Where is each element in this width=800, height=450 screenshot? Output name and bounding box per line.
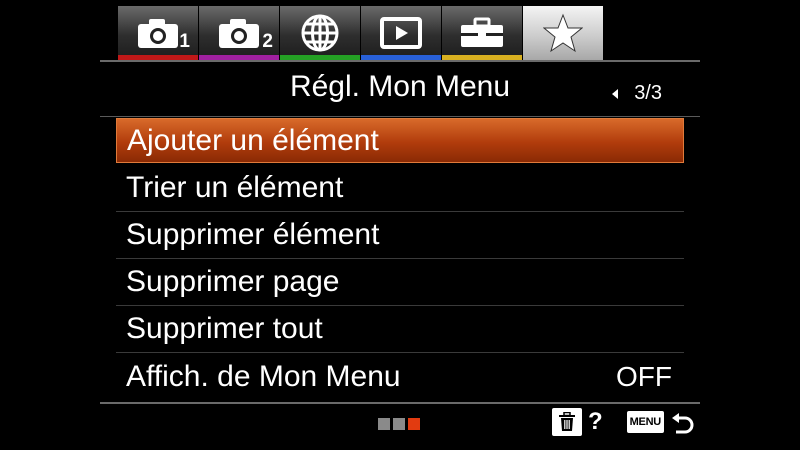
menu-item-delete-page[interactable]: Supprimer page — [116, 259, 684, 306]
tab-number: 1 — [179, 31, 190, 52]
trash-icon — [559, 412, 575, 431]
toolbox-icon — [461, 17, 503, 47]
help-button[interactable]: ? — [588, 408, 603, 436]
menu-list: Ajouter un élément Trier un élément Supp… — [116, 118, 684, 400]
menu-tabs: 1 2 — [118, 6, 604, 60]
tab-shooting-1[interactable]: 1 — [118, 6, 198, 60]
page-indicator[interactable]: 3/3 — [612, 82, 662, 105]
delete-button[interactable] — [552, 408, 582, 436]
tab-shooting-2[interactable]: 2 — [199, 6, 279, 60]
menu-item-display-my-menu[interactable]: Affich. de Mon Menu OFF — [116, 353, 684, 400]
tab-playback[interactable] — [361, 6, 441, 60]
tab-network[interactable] — [280, 6, 360, 60]
page-dot — [378, 418, 390, 430]
tab-setup[interactable] — [442, 6, 522, 60]
tab-my-menu[interactable] — [523, 6, 603, 60]
page-dots — [378, 418, 420, 430]
menu-item-label: Supprimer page — [126, 265, 340, 298]
return-arrow-icon[interactable] — [670, 409, 696, 435]
menu-button[interactable]: MENU — [626, 411, 664, 433]
panel-bottom-divider — [100, 402, 700, 404]
menu-item-label: Affich. de Mon Menu — [126, 359, 401, 393]
menu-item-label: Ajouter un élément — [127, 123, 379, 157]
page-dot — [408, 418, 420, 430]
menu-item-label: Supprimer élément — [126, 218, 380, 251]
star-icon — [543, 13, 583, 53]
footer-controls: ? MENU — [552, 408, 696, 436]
arrow-left-icon — [612, 88, 619, 99]
page-number: 3/3 — [634, 82, 662, 104]
globe-icon — [301, 14, 339, 52]
page-title: Régl. Mon Menu — [289, 70, 511, 103]
page-dot — [393, 418, 405, 430]
menu-item-value: OFF — [616, 360, 672, 392]
playback-icon — [380, 17, 422, 49]
camera-icon — [138, 19, 178, 48]
menu-header: Régl. Mon Menu 3/3 — [100, 62, 700, 116]
menu-item-add-item[interactable]: Ajouter un élément — [116, 118, 684, 163]
menu-item-label: Trier un élément — [126, 171, 344, 204]
header-divider — [100, 116, 700, 117]
menu-item-delete-all[interactable]: Supprimer tout — [116, 306, 684, 353]
menu-item-label: Supprimer tout — [126, 312, 323, 345]
menu-item-delete-item[interactable]: Supprimer élément — [116, 212, 684, 259]
tab-number: 2 — [262, 31, 273, 52]
camera-icon — [219, 19, 259, 48]
menu-item-sort-item[interactable]: Trier un élément — [116, 165, 684, 212]
